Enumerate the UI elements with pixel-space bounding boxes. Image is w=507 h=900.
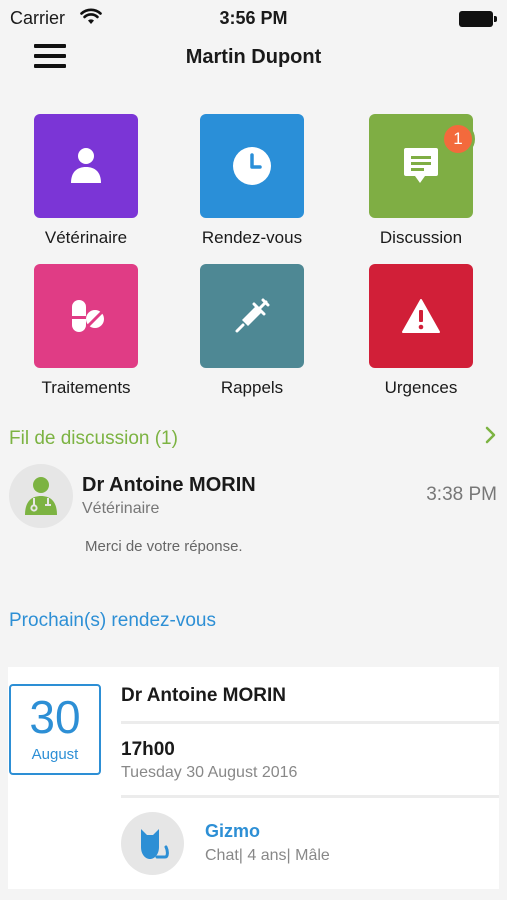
tile-label: Urgences <box>384 378 458 397</box>
message-preview: Merci de votre réponse. <box>85 538 243 555</box>
tile-discussion-box: 1 <box>369 114 475 218</box>
divider <box>121 721 499 724</box>
appointment-day: 30 <box>29 691 81 743</box>
tile-veterinaire[interactable]: Vétérinaire <box>16 114 156 248</box>
pet-info: Chat| 4 ans| Mâle <box>205 847 330 864</box>
tile-urgences[interactable]: Urgences <box>351 264 491 398</box>
tile-rendez-vous-box <box>200 114 304 218</box>
doctor-role: Vétérinaire <box>82 500 160 517</box>
appointment-month: August <box>31 746 79 763</box>
status-time: 3:56 PM <box>219 8 288 28</box>
doctor-icon <box>25 477 57 515</box>
notification-badge: 1 <box>441 122 475 156</box>
appointment-date-box: 30 August <box>9 684 101 775</box>
page-title: Martin Dupont <box>185 46 322 68</box>
doctor-name: Dr Antoine MORIN <box>82 474 256 496</box>
tile-traitements[interactable]: Traitements <box>16 264 156 398</box>
tile-rappels-box <box>200 264 304 368</box>
tile-rendez-vous[interactable]: Rendez-vous <box>182 114 322 248</box>
cat-icon <box>140 828 169 859</box>
message-time: 3:38 PM <box>426 484 497 505</box>
tile-label: Rendez-vous <box>201 228 303 247</box>
appointment-doctor: Dr Antoine MORIN <box>121 685 287 706</box>
nav-bar: Martin Dupont <box>0 36 507 80</box>
tile-label: Vétérinaire <box>44 228 128 247</box>
discussion-thread-link[interactable]: Fil de discussion (1) <box>9 428 178 450</box>
appointment-full-date: Tuesday 30 August 2016 <box>121 764 298 781</box>
tile-veterinaire-box <box>34 114 138 218</box>
user-icon <box>71 148 101 183</box>
status-bar: Carrier 3:56 PM <box>0 0 507 36</box>
chevron-right-icon[interactable] <box>485 426 497 444</box>
clock-icon <box>233 147 271 185</box>
tile-urgences-box <box>369 264 473 368</box>
syringe-icon <box>235 298 270 333</box>
tile-rappels[interactable]: Rappels <box>182 264 322 398</box>
hamburger-menu-icon[interactable] <box>34 44 66 70</box>
warning-icon <box>402 299 440 333</box>
appointments-header: Prochain(s) rendez-vous <box>9 610 216 631</box>
doctor-avatar <box>9 464 73 528</box>
message-row[interactable]: Dr Antoine MORIN Vétérinaire 3:38 PM Mer… <box>0 460 507 560</box>
tile-label: Rappels <box>220 378 284 397</box>
battery-icon <box>459 11 497 27</box>
chat-icon <box>404 148 438 183</box>
pet-name[interactable]: Gizmo <box>205 821 260 842</box>
pills-icon <box>72 300 104 332</box>
tile-label: Traitements <box>41 378 131 397</box>
appointment-time: 17h00 <box>121 739 175 760</box>
tile-discussion[interactable]: 1 Discussion <box>351 114 491 248</box>
divider <box>121 795 499 798</box>
tile-traitements-box <box>34 264 138 368</box>
pet-avatar <box>121 812 184 875</box>
tile-label: Discussion <box>379 228 463 247</box>
appointment-card[interactable]: 30 August Dr Antoine MORIN 17h00 Tuesday… <box>8 667 499 889</box>
